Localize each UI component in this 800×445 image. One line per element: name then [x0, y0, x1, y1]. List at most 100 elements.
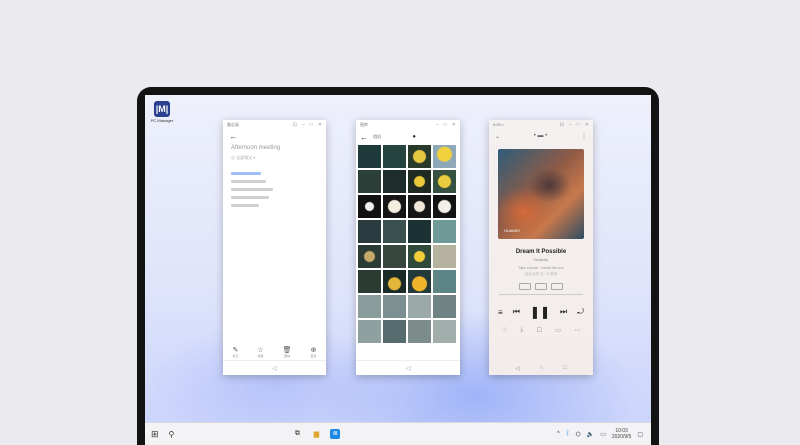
- lyric-translation: 我将点燃 这一片星海: [524, 272, 558, 276]
- delete-icon[interactable]: 🗑 删除: [283, 346, 292, 358]
- notes-window[interactable]: 备忘录 ⊡ – □ ✕ ← Afternoon meeting ⊘ 全部笔记 ▾…: [223, 120, 326, 375]
- next-track-icon[interactable]: ⏭: [560, 307, 567, 317]
- more-options-icon[interactable]: ⋮: [581, 133, 587, 140]
- photo-thumbnail[interactable]: [358, 270, 381, 293]
- favorite-icon[interactable]: ♡: [502, 327, 507, 334]
- gallery-window[interactable]: 图库 – □ ✕ ← 相机 ● ◁: [356, 120, 460, 375]
- music-titlebar[interactable]: 9:05 ◐ ⊡ – □ ✕: [489, 120, 593, 129]
- photo-thumbnail[interactable]: [433, 145, 456, 168]
- laptop-frame: |M| PC Manager 备忘录 ⊡ – □ ✕ ← Afternoon m…: [137, 87, 659, 445]
- photo-thumbnail[interactable]: [383, 245, 406, 268]
- photo-thumbnail[interactable]: [433, 245, 456, 268]
- photo-thumbnail[interactable]: [408, 170, 431, 193]
- volume-icon[interactable]: 🔈: [587, 431, 594, 438]
- quality-chip[interactable]: [535, 283, 547, 290]
- search-icon[interactable]: ⚲: [169, 430, 175, 439]
- repeat-icon[interactable]: ⤾: [577, 307, 584, 317]
- pc-manager-taskbar-icon[interactable]: ⧈: [330, 429, 341, 439]
- previous-track-icon[interactable]: ⏮: [513, 307, 520, 317]
- close-icon[interactable]: ✕: [452, 122, 456, 128]
- collapse-chevron-icon[interactable]: ⌄: [495, 133, 500, 140]
- back-arrow-icon[interactable]: ←: [360, 133, 368, 142]
- photo-thumbnail[interactable]: [433, 295, 456, 318]
- minimize-icon[interactable]: –: [436, 122, 439, 128]
- photo-thumbnail[interactable]: [383, 320, 406, 343]
- download-icon[interactable]: ⤓: [520, 327, 523, 334]
- nav-back-icon[interactable]: ◁: [406, 365, 411, 372]
- desktop-icon-pc-manager[interactable]: |M| PC Manager: [148, 101, 176, 123]
- photo-thumbnail[interactable]: [383, 195, 406, 218]
- nav-back-icon[interactable]: ◁: [515, 365, 520, 372]
- pin-icon[interactable]: ⊡: [560, 122, 564, 128]
- photo-thumbnail[interactable]: [433, 320, 456, 343]
- photo-thumbnail[interactable]: [358, 145, 381, 168]
- nav-recent-icon[interactable]: □: [563, 365, 567, 371]
- nav-home-icon[interactable]: ○: [540, 365, 544, 371]
- photo-thumbnail[interactable]: [383, 220, 406, 243]
- photo-thumbnail[interactable]: [433, 195, 456, 218]
- photo-thumbnail[interactable]: [383, 295, 406, 318]
- pin-icon[interactable]: ⊡: [293, 122, 297, 128]
- notification-icon[interactable]: ▢: [637, 431, 643, 438]
- album-art: HUAWEI: [498, 149, 584, 239]
- star-icon[interactable]: ☆ 收藏: [257, 346, 263, 358]
- battery-icon[interactable]: ▭: [600, 431, 606, 438]
- photo-thumbnail[interactable]: [408, 295, 431, 318]
- gallery-app-name: 图库: [360, 121, 368, 127]
- select-icon[interactable]: ●: [412, 134, 416, 140]
- more-icon[interactable]: ⊕ 更多: [310, 346, 316, 358]
- photo-thumbnail[interactable]: [408, 270, 431, 293]
- photo-thumbnail[interactable]: [383, 145, 406, 168]
- windows-start-icon[interactable]: ⊞: [151, 429, 159, 440]
- desktop-screen: |M| PC Manager 备忘录 ⊡ – □ ✕ ← Afternoon m…: [145, 95, 651, 445]
- quality-chip[interactable]: [519, 283, 531, 290]
- minimize-icon[interactable]: –: [302, 122, 305, 128]
- phone-nav-bar: ◁ ○ □: [489, 360, 593, 375]
- photo-thumbnail[interactable]: [358, 195, 381, 218]
- gallery-titlebar[interactable]: 图库 – □ ✕: [356, 120, 460, 129]
- maximize-icon[interactable]: □: [444, 122, 447, 128]
- nav-back-icon[interactable]: ◁: [272, 365, 277, 372]
- photo-thumbnail[interactable]: [408, 145, 431, 168]
- maximize-icon[interactable]: □: [577, 122, 580, 128]
- photo-thumbnail[interactable]: [358, 170, 381, 193]
- photo-thumbnail[interactable]: [408, 220, 431, 243]
- close-icon[interactable]: ✕: [585, 122, 589, 128]
- pen-tool-icon[interactable]: ✎ 笔记: [232, 346, 238, 358]
- photo-thumbnail[interactable]: [433, 270, 456, 293]
- task-view-icon[interactable]: ⧉: [292, 429, 302, 439]
- tray-arrow-icon[interactable]: ^: [557, 431, 560, 437]
- photo-thumbnail[interactable]: [358, 245, 381, 268]
- photo-thumbnail[interactable]: [358, 220, 381, 243]
- back-arrow-icon[interactable]: ←: [223, 129, 326, 143]
- playback-progress-bar[interactable]: [499, 294, 583, 295]
- close-icon[interactable]: ✕: [318, 122, 322, 128]
- bluetooth-icon[interactable]: ᛒ: [566, 431, 570, 437]
- photo-thumbnail[interactable]: [433, 220, 456, 243]
- minimize-icon[interactable]: –: [569, 122, 572, 128]
- taskbar-clock[interactable]: 10:03 2020/9/5: [612, 428, 631, 440]
- notes-titlebar[interactable]: 备忘录 ⊡ – □ ✕: [223, 120, 326, 129]
- photo-thumbnail[interactable]: [433, 170, 456, 193]
- note-text-line: [231, 172, 261, 175]
- photo-thumbnail[interactable]: [358, 320, 381, 343]
- music-window[interactable]: 9:05 ◐ ⊡ – □ ✕ ⌄ • ▬ • ⋮ HUAWEI Dream It…: [489, 120, 593, 375]
- file-explorer-icon[interactable]: ▆: [311, 429, 321, 439]
- photo-thumbnail[interactable]: [358, 295, 381, 318]
- video-icon[interactable]: ▭: [555, 327, 561, 334]
- network-icon[interactable]: ⌬: [575, 431, 580, 438]
- photo-grid: [356, 145, 460, 343]
- playlist-icon[interactable]: ≡: [498, 308, 503, 317]
- photo-thumbnail[interactable]: [383, 170, 406, 193]
- phone-nav-bar: ◁: [223, 360, 326, 375]
- pause-icon[interactable]: ❚❚: [530, 305, 550, 319]
- more-icon[interactable]: ⋯: [574, 327, 580, 334]
- photo-thumbnail[interactable]: [408, 195, 431, 218]
- photo-thumbnail[interactable]: [383, 270, 406, 293]
- quality-chip[interactable]: [551, 283, 563, 290]
- maximize-icon[interactable]: □: [310, 122, 313, 128]
- photo-thumbnail[interactable]: [408, 320, 431, 343]
- comment-icon[interactable]: ☐: [536, 327, 541, 334]
- photo-thumbnail[interactable]: [408, 245, 431, 268]
- note-title: Afternoon meeting: [231, 145, 281, 151]
